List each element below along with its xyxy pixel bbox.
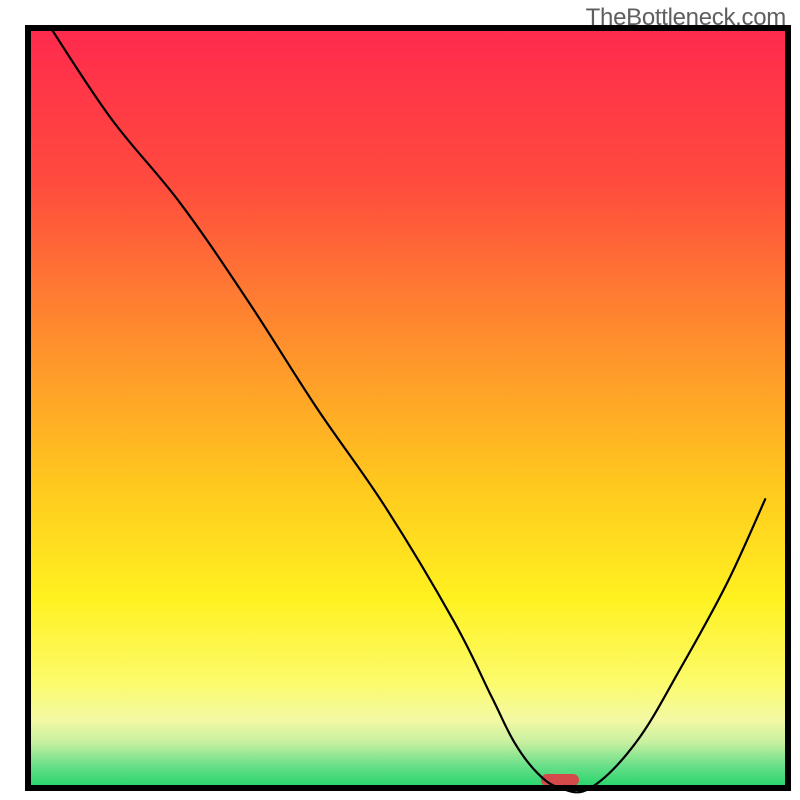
optimal-marker (541, 774, 579, 786)
watermark-label: TheBottleneck.com (586, 4, 786, 32)
bottleneck-chart (0, 0, 800, 800)
plot-area (28, 28, 788, 788)
